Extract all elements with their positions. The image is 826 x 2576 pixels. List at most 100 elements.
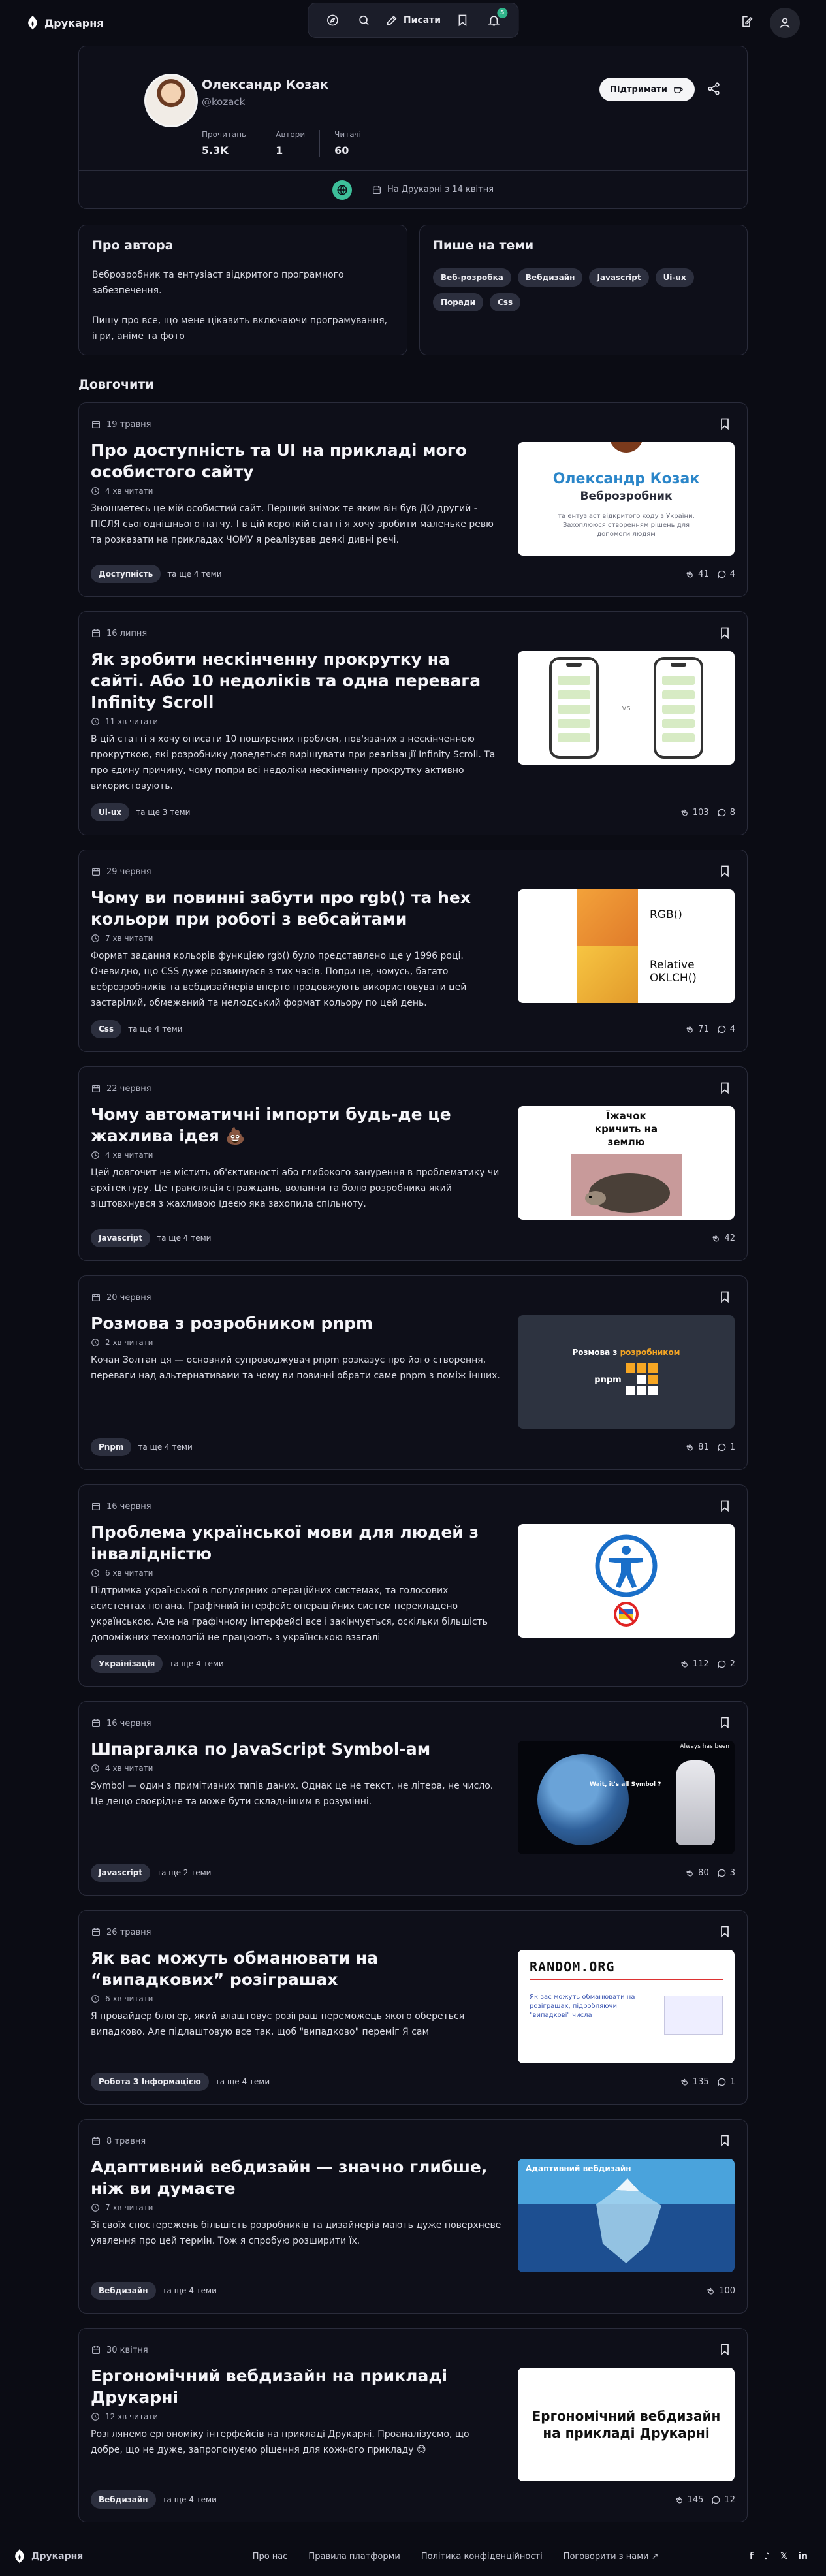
likes[interactable]: 145 [675, 2494, 704, 2505]
post-tag[interactable]: Робота З Інформацією [91, 2073, 209, 2091]
website-link[interactable] [332, 180, 352, 200]
post-card[interactable]: 16 червня Шпаргалка по JavaScript Symbol… [78, 1701, 748, 1896]
footer-logo[interactable]: Друкарня [13, 2549, 83, 2564]
post-card[interactable]: 22 червня Чому автоматичні імпорти будь-… [78, 1066, 748, 1261]
explore-button[interactable] [323, 10, 342, 30]
comments[interactable]: 12 [711, 2495, 735, 2505]
hedgehog-illustration [571, 1154, 682, 1216]
footer-link-privacy[interactable]: Політика конфіденційності [421, 2552, 543, 2562]
post-card[interactable]: 16 липня Як зробити нескінченну прокрутк… [78, 611, 748, 835]
likes[interactable]: 103 [680, 808, 709, 818]
likes[interactable]: 41 [685, 569, 709, 579]
search-button[interactable] [354, 10, 373, 30]
topics-tags: Веб-розробка Вебдизайн Javascript Ui-ux … [433, 268, 734, 311]
stat-readers[interactable]: Читачі 60 [319, 130, 375, 157]
likes[interactable]: 100 [706, 2286, 735, 2296]
bookmark-button[interactable] [718, 1081, 731, 1097]
post-title[interactable]: Проблема української мови для людей з ін… [91, 1521, 503, 1565]
stat-authors[interactable]: Автори 1 [261, 130, 319, 157]
post-title[interactable]: Чому автоматичні імпорти будь-де це жахл… [91, 1104, 503, 1147]
comments[interactable]: 4 [717, 1025, 735, 1034]
comments[interactable]: 3 [717, 1868, 735, 1878]
tiktok-icon[interactable]: ♪ [764, 2551, 770, 2562]
post-tag[interactable]: Вебдизайн [91, 2282, 156, 2300]
comments[interactable]: 1 [717, 2077, 735, 2087]
post-title[interactable]: Як вас можуть обманювати на “випадкових”… [91, 1947, 503, 1990]
drafts-button[interactable] [740, 15, 753, 31]
likes-count: 145 [687, 2494, 704, 2505]
clock-icon [91, 1995, 99, 2003]
likes[interactable]: 42 [711, 1233, 735, 1243]
post-tag[interactable]: Ui-ux [91, 803, 130, 821]
likes[interactable]: 112 [680, 1659, 709, 1669]
post-title[interactable]: Шпаргалка по JavaScript Symbol-ам [91, 1738, 503, 1760]
post-excerpt: Зношметесь це мій особистий сайт. Перший… [91, 503, 494, 545]
share-button[interactable] [707, 78, 721, 99]
comments[interactable]: 2 [717, 1659, 735, 1669]
comments[interactable]: 4 [717, 569, 735, 579]
bookmarks-button[interactable] [453, 10, 472, 30]
footer-link-about[interactable]: Про нас [253, 2552, 288, 2562]
post-tag[interactable]: Css [91, 1020, 122, 1038]
topic-tag[interactable]: Javascript [589, 268, 649, 287]
topic-tag[interactable]: Веб-розробка [433, 268, 511, 287]
bookmark-button[interactable] [718, 1290, 731, 1306]
bookmark-button[interactable] [718, 1499, 731, 1515]
calendar-icon [92, 1719, 100, 1727]
brand-logo[interactable]: Друкарня [26, 15, 104, 31]
post-title[interactable]: Про доступність та UI на прикладі мого о… [91, 439, 503, 483]
write-button[interactable]: Писати [385, 14, 441, 27]
bookmark-button[interactable] [718, 626, 731, 642]
post-date: 16 червня [91, 1715, 735, 1732]
comments[interactable]: 8 [717, 808, 735, 818]
topic-tag[interactable]: Css [490, 293, 521, 311]
post-title[interactable]: Розмова з розробником pnpm [91, 1312, 503, 1334]
bookmark-button[interactable] [718, 2134, 731, 2150]
post-tag[interactable]: Pnpm [91, 1438, 132, 1456]
post-tag[interactable]: Javascript [91, 1864, 151, 1882]
post-card[interactable]: 19 травня Про доступність та UI на прикл… [78, 402, 748, 597]
topic-tag[interactable]: Вебдизайн [517, 268, 583, 287]
facebook-icon[interactable]: f [750, 2551, 754, 2562]
topic-tag[interactable]: Ui-ux [655, 268, 694, 287]
likes[interactable]: 80 [685, 1868, 709, 1878]
post-tag[interactable]: Українізація [91, 1655, 163, 1673]
footer-link-contact[interactable]: Поговорити з нами ↗ [564, 2552, 659, 2562]
post-card[interactable]: 26 травня Як вас можуть обманювати на “в… [78, 1910, 748, 2105]
footer-link-rules[interactable]: Правила платформи [308, 2552, 400, 2562]
post-card[interactable]: 8 травня Адаптивний вебдизайн — значно г… [78, 2119, 748, 2314]
comment-icon [717, 1025, 725, 1034]
post-title[interactable]: Ергономічний вебдизайн на прикладі Друка… [91, 2365, 503, 2408]
linkedin-icon[interactable]: in [798, 2551, 808, 2562]
post-card[interactable]: 30 квітня Ергономічний вебдизайн на прик… [78, 2328, 748, 2522]
user-menu-button[interactable] [770, 8, 800, 38]
post-tag[interactable]: Javascript [91, 1229, 151, 1247]
post-title[interactable]: Чому ви повинні забути про rgb() та hex … [91, 887, 503, 930]
x-twitter-icon[interactable]: 𝕏 [780, 2551, 787, 2562]
comments[interactable]: 1 [717, 1442, 735, 1452]
post-card[interactable]: 29 червня Чому ви повинні забути про rgb… [78, 850, 748, 1052]
topic-tag[interactable]: Поради [433, 293, 484, 311]
likes[interactable]: 135 [680, 2077, 709, 2087]
globe-icon [337, 185, 347, 195]
bookmark-button[interactable] [718, 1925, 731, 1941]
likes[interactable]: 71 [685, 1025, 709, 1034]
read-time: 11 хв читати [91, 717, 503, 726]
post-footer: Javascript та ще 2 теми 80 3 [91, 1864, 735, 1882]
post-title[interactable]: Як зробити нескінченну прокрутку на сайт… [91, 648, 503, 713]
bookmark-button[interactable] [718, 1716, 731, 1732]
bookmark-button[interactable] [718, 417, 731, 433]
post-tag[interactable]: Доступність [91, 565, 161, 583]
support-button[interactable]: Підтримати [599, 78, 695, 101]
post-card[interactable]: 20 червня Розмова з розробником pnpm 2 х… [78, 1275, 748, 1470]
post-card[interactable]: 16 червня Проблема української мови для … [78, 1484, 748, 1687]
likes[interactable]: 81 [685, 1442, 709, 1452]
footer-brand: Друкарня [31, 2551, 84, 2562]
site-footer: Друкарня Про нас Правила платформи Політ… [0, 2537, 826, 2576]
bookmark-button[interactable] [718, 2343, 731, 2359]
bookmark-button[interactable] [718, 865, 731, 880]
post-title[interactable]: Адаптивний вебдизайн — значно глибше, ні… [91, 2156, 503, 2199]
post-tag[interactable]: Вебдизайн [91, 2490, 156, 2509]
stat-value: 60 [334, 144, 349, 157]
notifications-button[interactable]: 5 [484, 8, 508, 30]
